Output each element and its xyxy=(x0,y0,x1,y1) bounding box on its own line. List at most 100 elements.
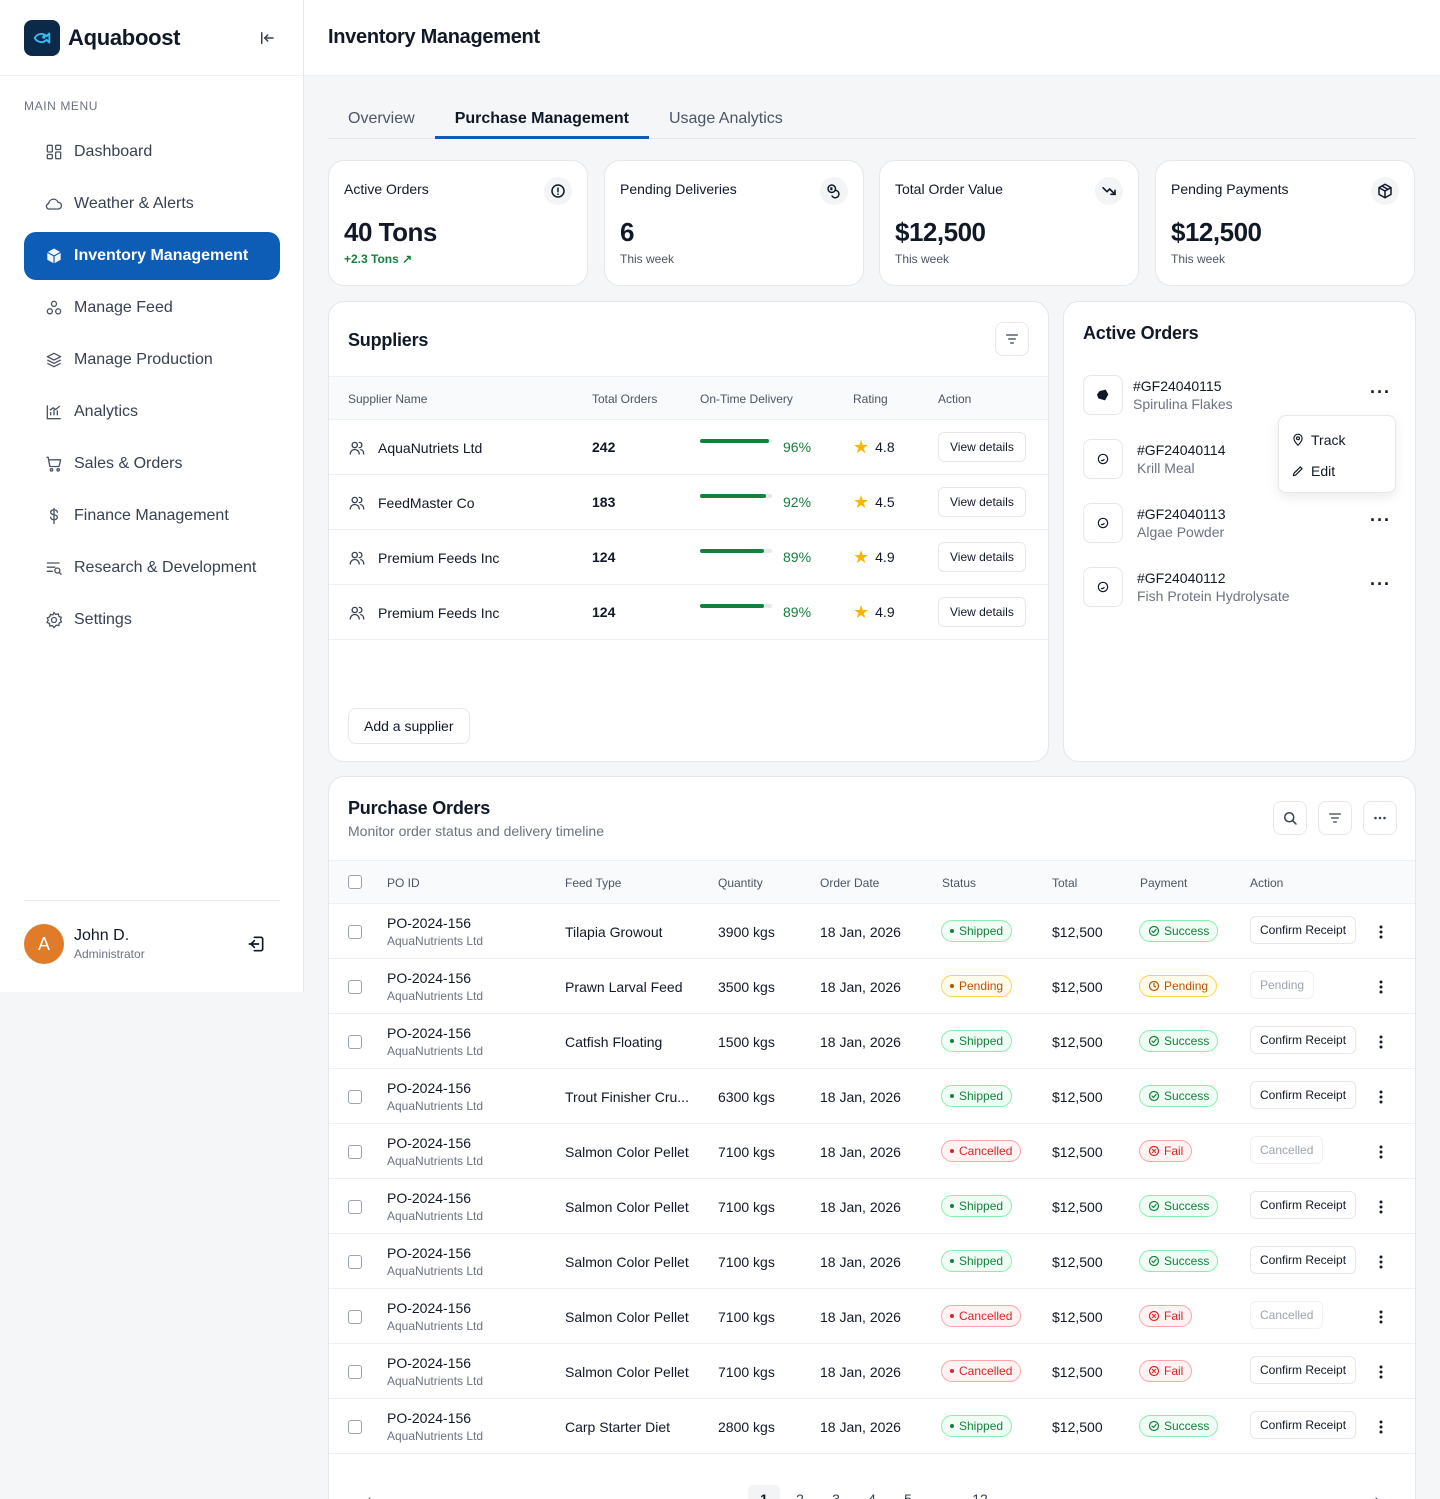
order-feed: Krill Meal xyxy=(1137,460,1195,476)
table-row: Premium Feeds Inc 124 89% ★ 4.9 View details xyxy=(329,530,1048,585)
avatar[interactable]: A xyxy=(24,924,64,964)
more-vertical-icon[interactable] xyxy=(1371,1417,1391,1437)
pellet-icon xyxy=(1083,439,1123,479)
more-options-icon[interactable]: ··· xyxy=(1370,510,1391,531)
page-number[interactable]: 3 xyxy=(820,1485,852,1499)
page-ellipsis: ... xyxy=(938,1491,950,1499)
next-page-icon[interactable]: › xyxy=(1361,1485,1393,1499)
more-options-icon[interactable]: ··· xyxy=(1370,574,1391,595)
more-vertical-icon[interactable] xyxy=(1371,1252,1391,1272)
row-checkbox[interactable] xyxy=(348,1365,362,1379)
payment-cell: Fail xyxy=(1139,1360,1193,1382)
sidebar-item-finance[interactable]: Finance Management xyxy=(24,492,280,540)
row-checkbox[interactable] xyxy=(348,1420,362,1434)
order-date: 18 Jan, 2026 xyxy=(820,924,901,940)
gear-icon xyxy=(46,611,63,629)
prev-page-icon[interactable]: ‹ xyxy=(353,1485,385,1499)
view-details-button[interactable]: View details xyxy=(938,432,1026,462)
page-title: Inventory Management xyxy=(328,26,540,48)
menu-item-track[interactable]: Track xyxy=(1291,424,1383,455)
table-row: PO-2024-156 AquaNutrients Ltd Catfish Floa… xyxy=(329,1014,1415,1069)
more-vertical-icon[interactable] xyxy=(1371,922,1391,942)
payment-badge: Success xyxy=(1139,1030,1219,1052)
sidebar-item-sales[interactable]: Sales & Orders xyxy=(24,440,280,488)
app-name: Aquaboost xyxy=(68,24,181,50)
order-date: 18 Jan, 2026 xyxy=(820,1199,901,1215)
sidebar-item-manage-feed[interactable]: Manage Feed xyxy=(24,284,280,332)
view-details-button[interactable]: View details xyxy=(938,597,1026,627)
suppliers-table-header: Supplier Name Total Orders On-Time Deliv… xyxy=(329,376,1048,420)
row-checkbox[interactable] xyxy=(348,1090,362,1104)
page-number[interactable]: 5 xyxy=(892,1485,924,1499)
row-checkbox[interactable] xyxy=(348,925,362,939)
confirm-receipt-button[interactable]: Confirm Receipt xyxy=(1250,1411,1357,1439)
more-vertical-icon[interactable] xyxy=(1371,1032,1391,1052)
page-number[interactable]: 1 xyxy=(748,1485,780,1499)
active-order-item[interactable]: #GF24040112 Fish Protein Hydrolysate xyxy=(1083,567,1290,607)
page-number[interactable]: 2 xyxy=(784,1485,816,1499)
confirm-receipt-button[interactable]: Confirm Receipt xyxy=(1250,1026,1357,1054)
row-checkbox[interactable] xyxy=(348,1255,362,1269)
status-label: Shipped xyxy=(959,1034,1004,1048)
page-number[interactable]: 12 xyxy=(964,1485,996,1499)
row-checkbox[interactable] xyxy=(348,1310,362,1324)
tab-usage-analytics[interactable]: Usage Analytics xyxy=(649,100,803,139)
row-checkbox[interactable] xyxy=(348,1035,362,1049)
more-vertical-icon[interactable] xyxy=(1371,1197,1391,1217)
cart-icon xyxy=(46,456,62,472)
add-supplier-button[interactable]: Add a supplier xyxy=(348,708,470,744)
active-order-item[interactable]: #GF24040114 Krill Meal xyxy=(1083,439,1225,479)
more-options-button[interactable] xyxy=(1363,801,1397,835)
sidebar-item-dashboard[interactable]: Dashboard xyxy=(24,128,280,176)
po-id-cell: PO-2024-156 AquaNutrients Ltd xyxy=(387,1080,483,1113)
confirm-receipt-button[interactable]: Cancelled xyxy=(1250,1136,1324,1164)
more-vertical-icon[interactable] xyxy=(1371,1087,1391,1107)
confirm-receipt-button[interactable]: Confirm Receipt xyxy=(1250,1356,1357,1384)
search-button[interactable] xyxy=(1273,801,1307,835)
action-cell: View details xyxy=(938,432,1026,462)
logout-icon[interactable] xyxy=(246,934,266,954)
menu-item-edit[interactable]: Edit xyxy=(1291,455,1383,486)
tab-overview[interactable]: Overview xyxy=(328,100,435,139)
confirm-receipt-button[interactable]: Confirm Receipt xyxy=(1250,916,1357,944)
view-details-button[interactable]: View details xyxy=(938,542,1026,572)
total: $12,500 xyxy=(1052,1254,1103,1270)
sidebar-item-settings[interactable]: Settings xyxy=(24,596,280,644)
sidebar-item-weather[interactable]: Weather & Alerts xyxy=(24,180,280,228)
row-checkbox[interactable] xyxy=(348,980,362,994)
confirm-receipt-button[interactable]: Pending xyxy=(1250,971,1315,999)
order-date: 18 Jan, 2026 xyxy=(820,1364,901,1380)
po-id-cell: PO-2024-156 AquaNutrients Ltd xyxy=(387,1245,483,1278)
confirm-receipt-button[interactable]: Confirm Receipt xyxy=(1250,1191,1357,1219)
active-order-item[interactable]: #GF24040115 Spirulina Flakes xyxy=(1083,375,1233,415)
feed-type: Salmon Color Pellet xyxy=(565,1254,689,1270)
select-all-checkbox[interactable] xyxy=(348,875,362,889)
order-date: 18 Jan, 2026 xyxy=(820,1419,901,1435)
confirm-receipt-button[interactable]: Confirm Receipt xyxy=(1250,1246,1357,1274)
sidebar-item-analytics[interactable]: Analytics xyxy=(24,388,280,436)
sidebar-item-inventory[interactable]: Inventory Management xyxy=(24,232,280,280)
more-options-icon[interactable]: ··· xyxy=(1370,382,1391,403)
quantity: 2800 kgs xyxy=(718,1419,775,1435)
sidebar-item-research[interactable]: Research & Development xyxy=(24,544,280,592)
page-number[interactable]: 4 xyxy=(856,1485,888,1499)
sidebar-item-manage-production[interactable]: Manage Production xyxy=(24,336,280,384)
payment-cell: Success xyxy=(1139,1250,1219,1272)
payment-label: Pending xyxy=(1164,979,1209,993)
filter-button[interactable] xyxy=(1318,801,1352,835)
active-order-item[interactable]: #GF24040113 Algae Powder xyxy=(1083,503,1225,543)
row-checkbox[interactable] xyxy=(348,1200,362,1214)
row-checkbox[interactable] xyxy=(348,1145,362,1159)
po-supplier: AquaNutrients Ltd xyxy=(387,1319,484,1333)
quantity: 7100 kgs xyxy=(718,1199,775,1215)
filter-button[interactable] xyxy=(995,322,1029,356)
confirm-receipt-button[interactable]: Confirm Receipt xyxy=(1250,1081,1357,1109)
view-details-button[interactable]: View details xyxy=(938,487,1026,517)
confirm-receipt-button[interactable]: Cancelled xyxy=(1250,1301,1324,1329)
more-vertical-icon[interactable] xyxy=(1371,1142,1391,1162)
more-vertical-icon[interactable] xyxy=(1371,977,1391,997)
collapse-sidebar-icon[interactable] xyxy=(255,26,279,50)
more-vertical-icon[interactable] xyxy=(1371,1362,1391,1382)
more-vertical-icon[interactable] xyxy=(1371,1307,1391,1327)
tab-purchase-management[interactable]: Purchase Management xyxy=(434,100,649,139)
